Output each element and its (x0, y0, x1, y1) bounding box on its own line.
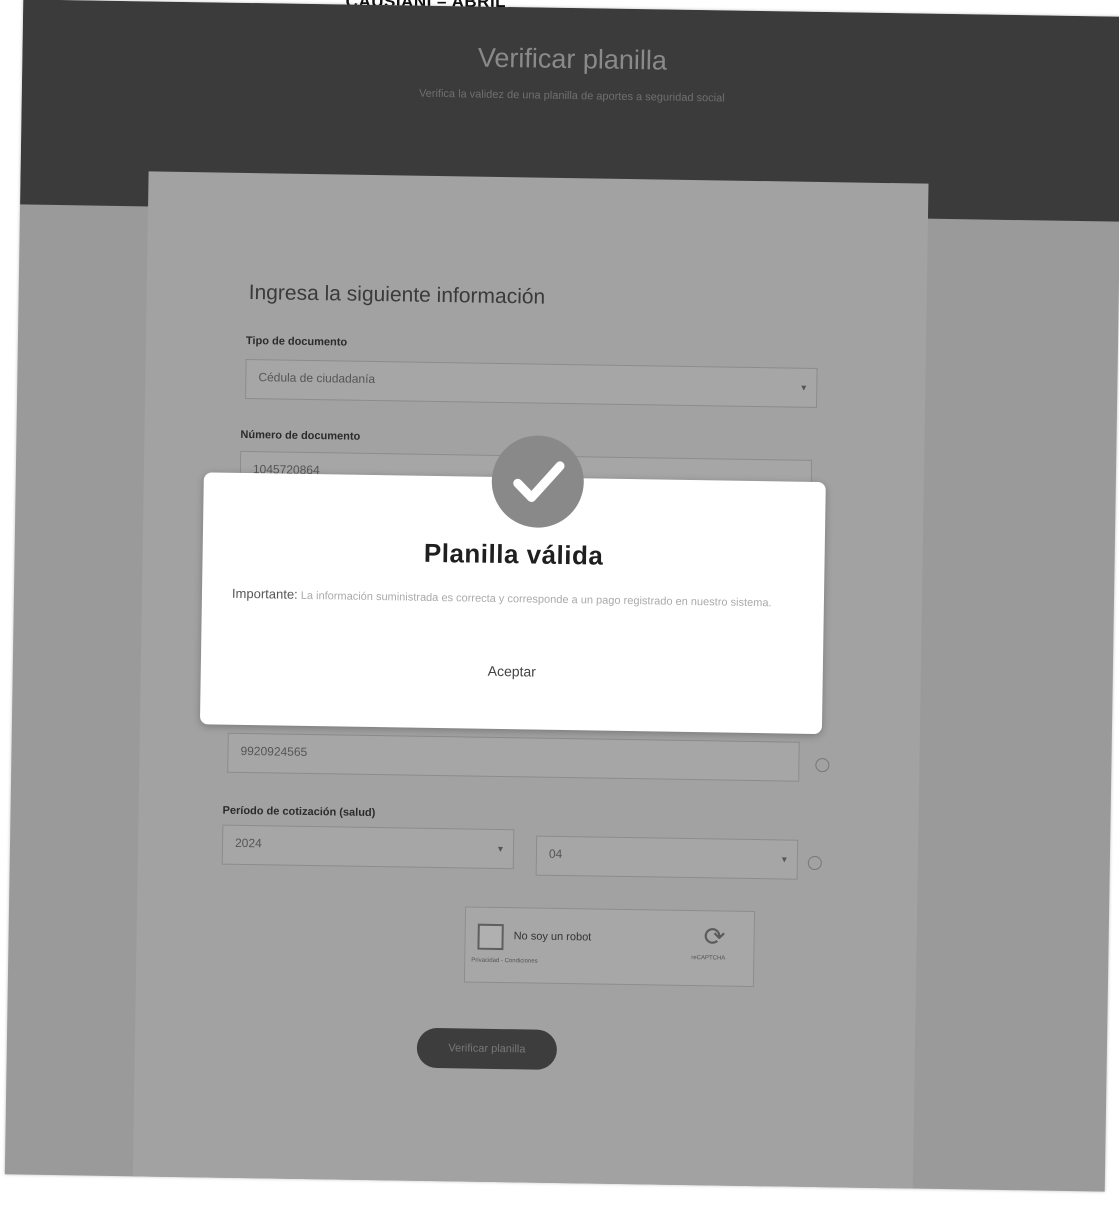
planilla-number-value: 9920924565 (240, 743, 308, 759)
period-month-value: 04 (548, 846, 563, 862)
checkmark-icon (513, 461, 565, 502)
info-icon[interactable] (815, 757, 830, 773)
doc-number-label: Número de documento (240, 428, 361, 443)
form-heading: Ingresa la siguiente información (248, 281, 546, 309)
recaptcha-logo-icon: ⟳ (703, 921, 726, 952)
modal-message-text: La información suministrada es correcta … (300, 589, 772, 610)
chevron-down-icon: ▾ (781, 854, 787, 866)
captcha-terms-link[interactable]: Privacidad - Condiciones (471, 958, 621, 966)
period-month-select[interactable]: 04 ▾ (535, 835, 799, 880)
chevron-down-icon: ▾ (497, 843, 504, 856)
planilla-number-input[interactable]: 9920924565 (227, 732, 800, 782)
browser-screen: Verificar planilla Verifica la validez d… (4, 0, 1119, 1192)
success-modal: Planilla válida Importante: La informaci… (199, 434, 826, 735)
recaptcha-widget: No soy un robot Privacidad - Condiciones… (463, 906, 756, 988)
page-subtitle: Verifica la validez de una planilla de a… (418, 87, 725, 105)
important-label: Importante: (231, 585, 298, 602)
info-icon[interactable] (807, 855, 822, 871)
modal-message: Importante: La información suministrada … (232, 585, 794, 613)
chevron-down-icon: ▾ (801, 382, 807, 394)
page-title: Verificar planilla (477, 42, 668, 76)
accept-button[interactable]: Aceptar (201, 658, 823, 684)
period-year-value: 2024 (234, 835, 262, 851)
doc-type-label: Tipo de documento (245, 334, 348, 349)
doc-type-value: Cédula de ciudadanía (258, 370, 376, 387)
modal-title: Planilla válida (423, 537, 604, 571)
doc-type-select[interactable]: Cédula de ciudadanía ▾ (245, 358, 818, 408)
success-circle (491, 434, 585, 529)
period-year-select[interactable]: 2024 ▾ (221, 824, 515, 870)
captcha-label: No soy un robot (513, 930, 592, 944)
verify-button[interactable]: Verificar planilla (416, 1027, 558, 1070)
period-label: Período de cotización (salud) (222, 804, 376, 820)
captcha-brand: reCAPTCHA (691, 955, 726, 962)
captcha-checkbox[interactable] (477, 923, 504, 951)
